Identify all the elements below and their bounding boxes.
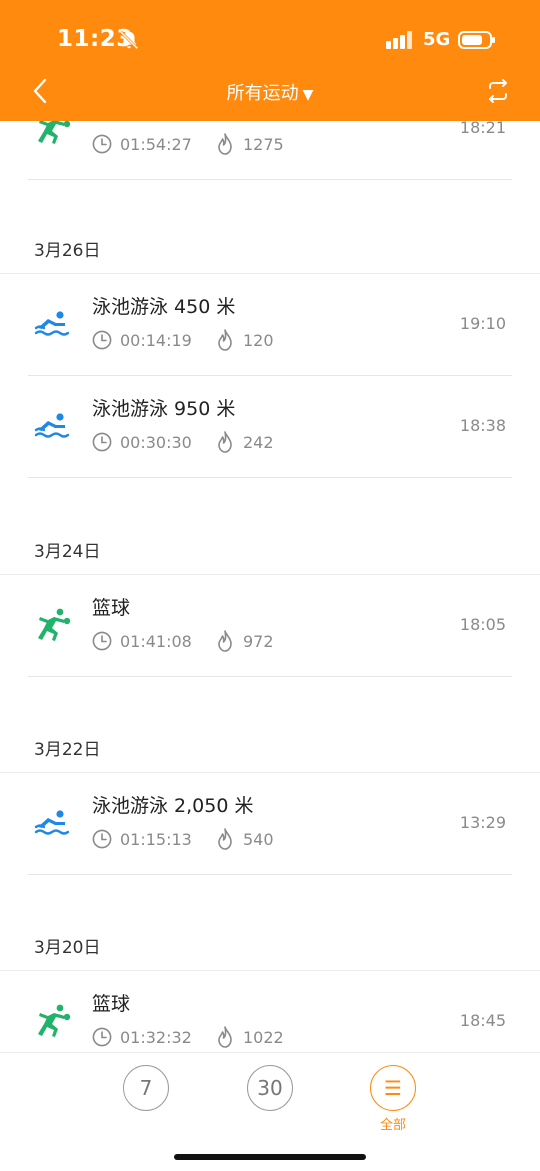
activity-time: 18:45 [459,1011,506,1030]
activity-row[interactable]: 01:54:27 1275 18:21 [0,121,540,180]
swim-icon [32,408,72,444]
battery-icon [458,31,495,49]
flame-icon [216,1026,234,1048]
tab-all[interactable]: ☰ [370,1065,416,1111]
calories: 242 [243,433,274,452]
activity-time: 13:29 [459,813,506,832]
clock-icon [92,829,112,849]
calories: 1275 [243,135,284,154]
activity-time: 18:21 [459,121,506,137]
basketball-icon [32,1003,72,1039]
row-divider [28,676,512,677]
activity-time: 19:10 [459,314,506,333]
activity-row[interactable]: 篮球 01:41:08 972 18:05 [0,575,540,677]
calories: 972 [243,632,274,651]
swim-icon [32,306,72,342]
row-divider [28,477,512,478]
network-label: 5G [423,29,451,50]
header: 11:23 5G 所有运动 ▼ [0,0,540,121]
activity-name: 篮球 [92,597,131,619]
bell-muted-icon [119,30,139,50]
calories: 120 [243,331,274,350]
basketball-icon [32,121,72,146]
activity-time: 18:05 [459,615,506,634]
bottom-tab-bar: 7 30 ☰ 全部 [0,1052,540,1171]
basketball-icon [32,607,72,643]
section-date: 3月20日 [34,938,101,958]
duration: 01:54:27 [120,135,192,154]
activity-name: 泳池游泳 450 米 [92,296,236,318]
activity-row[interactable]: 篮球 01:32:32 1022 18:45 [0,971,540,1052]
clock-icon [92,432,112,452]
section-date: 3月26日 [34,241,101,261]
row-divider [28,874,512,875]
section-date: 3月22日 [34,740,101,760]
activity-name: 泳池游泳 2,050 米 [92,795,254,817]
activity-row[interactable]: 泳池游泳 450 米 00:14:19 120 19:10 [0,274,540,376]
duration: 00:30:30 [120,433,192,452]
home-indicator[interactable] [174,1154,366,1160]
flame-icon [216,133,234,155]
activity-row[interactable]: 泳池游泳 950 米 00:30:30 242 18:38 [0,376,540,478]
activity-name: 泳池游泳 950 米 [92,398,236,420]
activity-list[interactable]: 01:54:27 1275 18:21 3月26日 泳池游泳 450 米 00:… [0,121,540,1052]
clock-icon [92,631,112,651]
tab-7-days[interactable]: 7 [123,1065,169,1111]
clock-icon [92,1027,112,1047]
flame-icon [216,828,234,850]
swim-icon [32,805,72,841]
page-title: 所有运动 [226,83,299,104]
calories: 1022 [243,1028,284,1047]
tab-30-days[interactable]: 30 [247,1065,293,1111]
activity-row[interactable]: 泳池游泳 2,050 米 01:15:13 540 13:29 [0,773,540,875]
clock-icon [92,134,112,154]
activity-name: 篮球 [92,993,131,1015]
dropdown-arrow-icon: ▼ [302,87,314,103]
flame-icon [216,630,234,652]
section-date: 3月24日 [34,542,101,562]
duration: 00:14:19 [120,331,192,350]
flame-icon [216,329,234,351]
duration: 01:15:13 [120,830,192,849]
signal-icon [386,31,412,49]
duration: 01:41:08 [120,632,192,651]
switch-view-icon[interactable] [484,77,512,105]
row-divider [28,179,512,180]
sport-filter-dropdown[interactable]: 所有运动 ▼ [0,79,540,105]
duration: 01:32:32 [120,1028,192,1047]
calories: 540 [243,830,274,849]
tab-all-label: 全部 [379,1118,406,1133]
flame-icon [216,431,234,453]
clock-icon [92,330,112,350]
activity-time: 18:38 [459,416,506,435]
